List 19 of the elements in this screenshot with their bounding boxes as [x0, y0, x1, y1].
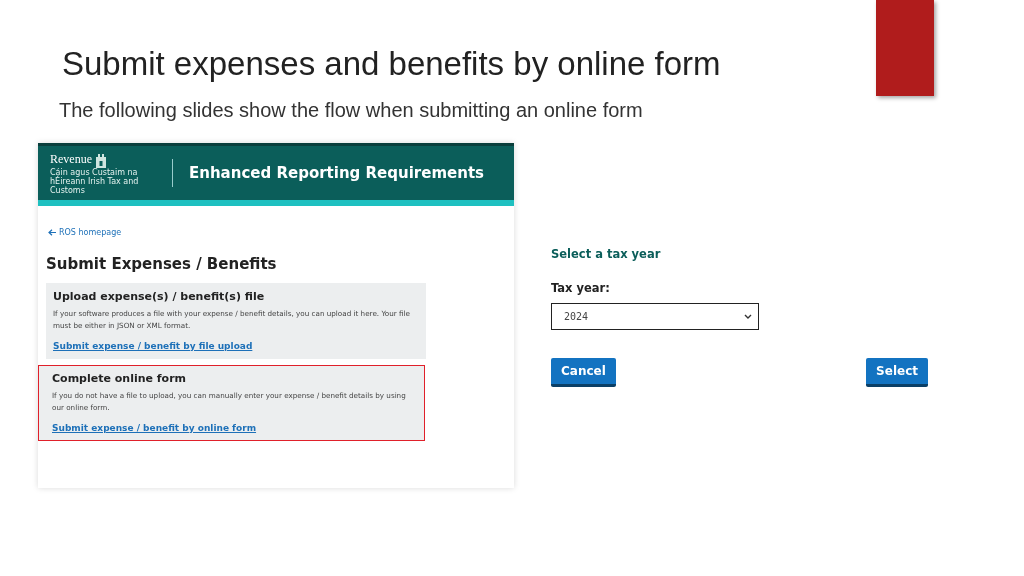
chevron-down-icon — [744, 314, 752, 319]
tax-year-select[interactable]: 2024 — [551, 303, 759, 330]
option-link[interactable]: Submit expense / benefit by online form — [52, 423, 257, 433]
card-heading: Upload expense(s) / benefit(s) file — [53, 290, 266, 303]
field-label: Tax year: — [551, 281, 610, 295]
logo-text: Revenue — [50, 152, 92, 167]
page-title: Submit Expenses / Benefits — [46, 255, 278, 273]
back-link[interactable]: ROS homepage — [46, 228, 122, 237]
slide-title: Submit expenses and benefits by online form — [62, 44, 721, 84]
logo-subtext: Cáin agus Custaim na hÉireann Irish Tax and Customs — [50, 167, 140, 195]
castle-icon — [95, 151, 107, 168]
option-link[interactable]: Submit expense / benefit by file upload — [53, 341, 253, 351]
header-title: Enhanced Reporting Requirements — [189, 164, 484, 182]
form-heading: Select a tax year — [551, 247, 661, 261]
left-arrow-icon — [48, 229, 56, 236]
form-button[interactable]: Cancel — [551, 358, 616, 387]
card-heading: Complete online form — [52, 372, 188, 385]
form-button[interactable]: Select — [866, 358, 928, 387]
slide-subtitle: The following slides show the flow when submitting an online form — [59, 98, 643, 123]
